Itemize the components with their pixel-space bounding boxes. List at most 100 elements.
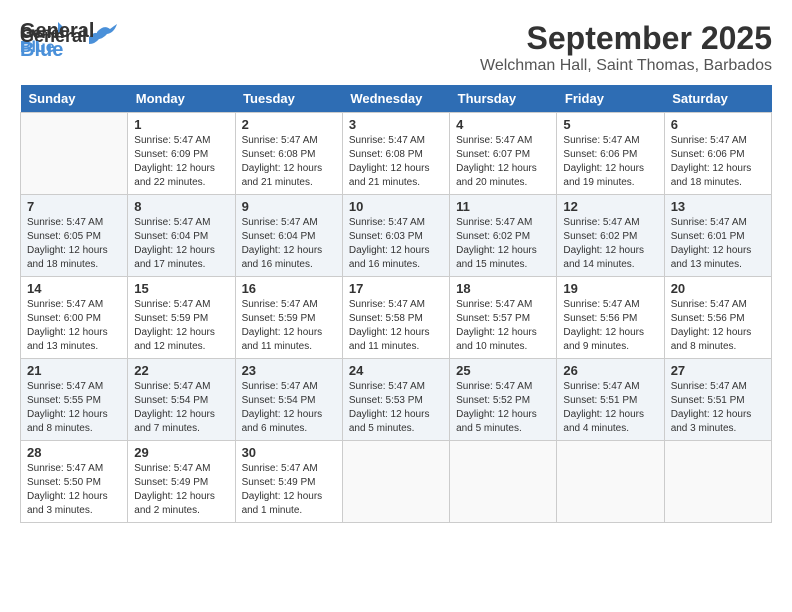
calendar-cell	[21, 113, 128, 195]
calendar-cell: 4 Sunrise: 5:47 AM Sunset: 6:07 PM Daylig…	[450, 113, 557, 195]
calendar-cell	[557, 441, 664, 523]
day-number: 8	[134, 199, 228, 214]
day-info: Sunrise: 5:47 AM Sunset: 6:07 PM Dayligh…	[456, 134, 550, 190]
day-number: 9	[242, 199, 336, 214]
day-number: 25	[456, 363, 550, 378]
day-info: Sunrise: 5:47 AM Sunset: 6:00 PM Dayligh…	[27, 298, 121, 354]
calendar-cell: 16 Sunrise: 5:47 AM Sunset: 5:59 PM Dayli…	[235, 277, 342, 359]
weekday-header-thursday: Thursday	[450, 85, 557, 113]
calendar-cell: 9 Sunrise: 5:47 AM Sunset: 6:04 PM Daylig…	[235, 195, 342, 277]
calendar-cell: 3 Sunrise: 5:47 AM Sunset: 6:08 PM Daylig…	[342, 113, 449, 195]
day-number: 14	[27, 281, 121, 296]
logo-text-blue: Blue	[20, 39, 117, 62]
calendar-cell: 7 Sunrise: 5:47 AM Sunset: 6:05 PM Daylig…	[21, 195, 128, 277]
calendar-header-row: SundayMondayTuesdayWednesdayThursdayFrid…	[21, 85, 772, 113]
calendar-cell: 30 Sunrise: 5:47 AM Sunset: 5:49 PM Dayli…	[235, 441, 342, 523]
day-number: 7	[27, 199, 121, 214]
day-info: Sunrise: 5:47 AM Sunset: 6:06 PM Dayligh…	[563, 134, 657, 190]
day-number: 3	[349, 117, 443, 132]
calendar-cell: 12 Sunrise: 5:47 AM Sunset: 6:02 PM Dayli…	[557, 195, 664, 277]
calendar-week-3: 14 Sunrise: 5:47 AM Sunset: 6:00 PM Dayli…	[21, 277, 772, 359]
day-info: Sunrise: 5:47 AM Sunset: 6:04 PM Dayligh…	[242, 216, 336, 272]
day-info: Sunrise: 5:47 AM Sunset: 5:55 PM Dayligh…	[27, 380, 121, 436]
day-number: 2	[242, 117, 336, 132]
day-number: 23	[242, 363, 336, 378]
day-info: Sunrise: 5:47 AM Sunset: 5:50 PM Dayligh…	[27, 462, 121, 518]
day-info: Sunrise: 5:47 AM Sunset: 6:01 PM Dayligh…	[671, 216, 765, 272]
day-number: 29	[134, 445, 228, 460]
calendar-cell: 2 Sunrise: 5:47 AM Sunset: 6:08 PM Daylig…	[235, 113, 342, 195]
day-info: Sunrise: 5:47 AM Sunset: 5:53 PM Dayligh…	[349, 380, 443, 436]
day-number: 19	[563, 281, 657, 296]
calendar-cell: 5 Sunrise: 5:47 AM Sunset: 6:06 PM Daylig…	[557, 113, 664, 195]
header: General Blue General September 2025 Welc…	[20, 20, 772, 75]
day-info: Sunrise: 5:47 AM Sunset: 5:56 PM Dayligh…	[563, 298, 657, 354]
day-number: 22	[134, 363, 228, 378]
day-number: 21	[27, 363, 121, 378]
day-number: 17	[349, 281, 443, 296]
day-info: Sunrise: 5:47 AM Sunset: 6:09 PM Dayligh…	[134, 134, 228, 190]
calendar-cell: 20Sunrise: 5:47 AM Sunset: 5:56 PM Dayli…	[664, 277, 771, 359]
day-number: 5	[563, 117, 657, 132]
calendar-cell: 22Sunrise: 5:47 AM Sunset: 5:54 PM Dayli…	[128, 359, 235, 441]
weekday-header-wednesday: Wednesday	[342, 85, 449, 113]
day-number: 26	[563, 363, 657, 378]
calendar-cell: 11Sunrise: 5:47 AM Sunset: 6:02 PM Dayli…	[450, 195, 557, 277]
calendar-cell: 17 Sunrise: 5:47 AM Sunset: 5:58 PM Dayli…	[342, 277, 449, 359]
day-number: 10	[349, 199, 443, 214]
day-number: 18	[456, 281, 550, 296]
calendar-cell: 10 Sunrise: 5:47 AM Sunset: 6:03 PM Dayli…	[342, 195, 449, 277]
day-info: Sunrise: 5:47 AM Sunset: 6:08 PM Dayligh…	[349, 134, 443, 190]
day-number: 1	[134, 117, 228, 132]
weekday-header-tuesday: Tuesday	[235, 85, 342, 113]
day-info: Sunrise: 5:47 AM Sunset: 5:57 PM Dayligh…	[456, 298, 550, 354]
calendar-cell: 29 Sunrise: 5:47 AM Sunset: 5:49 PM Dayli…	[128, 441, 235, 523]
logo-block: General Blue	[20, 20, 117, 62]
day-info: Sunrise: 5:47 AM Sunset: 5:54 PM Dayligh…	[242, 380, 336, 436]
calendar-cell: 1 Sunrise: 5:47 AM Sunset: 6:09 PM Daylig…	[128, 113, 235, 195]
calendar-cell: 8Sunrise: 5:47 AM Sunset: 6:04 PM Daylig…	[128, 195, 235, 277]
day-number: 6	[671, 117, 765, 132]
calendar-cell: 24 Sunrise: 5:47 AM Sunset: 5:53 PM Dayli…	[342, 359, 449, 441]
calendar-cell: 28Sunrise: 5:47 AM Sunset: 5:50 PM Dayli…	[21, 441, 128, 523]
weekday-header-monday: Monday	[128, 85, 235, 113]
calendar-cell: 25 Sunrise: 5:47 AM Sunset: 5:52 PM Dayli…	[450, 359, 557, 441]
day-number: 12	[563, 199, 657, 214]
calendar-cell: 14 Sunrise: 5:47 AM Sunset: 6:00 PM Dayli…	[21, 277, 128, 359]
location-title: Welchman Hall, Saint Thomas, Barbados	[480, 57, 772, 75]
calendar-week-1: 1 Sunrise: 5:47 AM Sunset: 6:09 PM Daylig…	[21, 113, 772, 195]
calendar-cell: 19 Sunrise: 5:47 AM Sunset: 5:56 PM Dayli…	[557, 277, 664, 359]
day-info: Sunrise: 5:47 AM Sunset: 5:59 PM Dayligh…	[242, 298, 336, 354]
day-info: Sunrise: 5:47 AM Sunset: 5:52 PM Dayligh…	[456, 380, 550, 436]
calendar-table: SundayMondayTuesdayWednesdayThursdayFrid…	[20, 85, 772, 523]
day-info: Sunrise: 5:47 AM Sunset: 5:51 PM Dayligh…	[563, 380, 657, 436]
calendar-cell: 21 Sunrise: 5:47 AM Sunset: 5:55 PM Dayli…	[21, 359, 128, 441]
day-info: Sunrise: 5:47 AM Sunset: 6:03 PM Dayligh…	[349, 216, 443, 272]
day-info: Sunrise: 5:47 AM Sunset: 6:05 PM Dayligh…	[27, 216, 121, 272]
day-info: Sunrise: 5:47 AM Sunset: 5:58 PM Dayligh…	[349, 298, 443, 354]
title-area: September 2025 Welchman Hall, Saint Thom…	[480, 20, 772, 75]
calendar-week-2: 7 Sunrise: 5:47 AM Sunset: 6:05 PM Daylig…	[21, 195, 772, 277]
calendar-cell	[664, 441, 771, 523]
calendar-week-4: 21 Sunrise: 5:47 AM Sunset: 5:55 PM Dayli…	[21, 359, 772, 441]
day-number: 24	[349, 363, 443, 378]
logo-bird-icon	[97, 24, 117, 40]
month-title: September 2025	[480, 20, 772, 57]
day-info: Sunrise: 5:47 AM Sunset: 5:56 PM Dayligh…	[671, 298, 765, 354]
day-info: Sunrise: 5:47 AM Sunset: 5:49 PM Dayligh…	[242, 462, 336, 518]
weekday-header-sunday: Sunday	[21, 85, 128, 113]
day-info: Sunrise: 5:47 AM Sunset: 6:08 PM Dayligh…	[242, 134, 336, 190]
day-info: Sunrise: 5:47 AM Sunset: 5:49 PM Dayligh…	[134, 462, 228, 518]
day-number: 27	[671, 363, 765, 378]
day-number: 16	[242, 281, 336, 296]
day-number: 30	[242, 445, 336, 460]
day-info: Sunrise: 5:47 AM Sunset: 5:59 PM Dayligh…	[134, 298, 228, 354]
day-number: 15	[134, 281, 228, 296]
calendar-cell: 18 Sunrise: 5:47 AM Sunset: 5:57 PM Dayli…	[450, 277, 557, 359]
calendar-cell	[342, 441, 449, 523]
day-number: 11	[456, 199, 550, 214]
day-number: 4	[456, 117, 550, 132]
day-info: Sunrise: 5:47 AM Sunset: 6:02 PM Dayligh…	[563, 216, 657, 272]
calendar-week-5: 28Sunrise: 5:47 AM Sunset: 5:50 PM Dayli…	[21, 441, 772, 523]
weekday-header-friday: Friday	[557, 85, 664, 113]
